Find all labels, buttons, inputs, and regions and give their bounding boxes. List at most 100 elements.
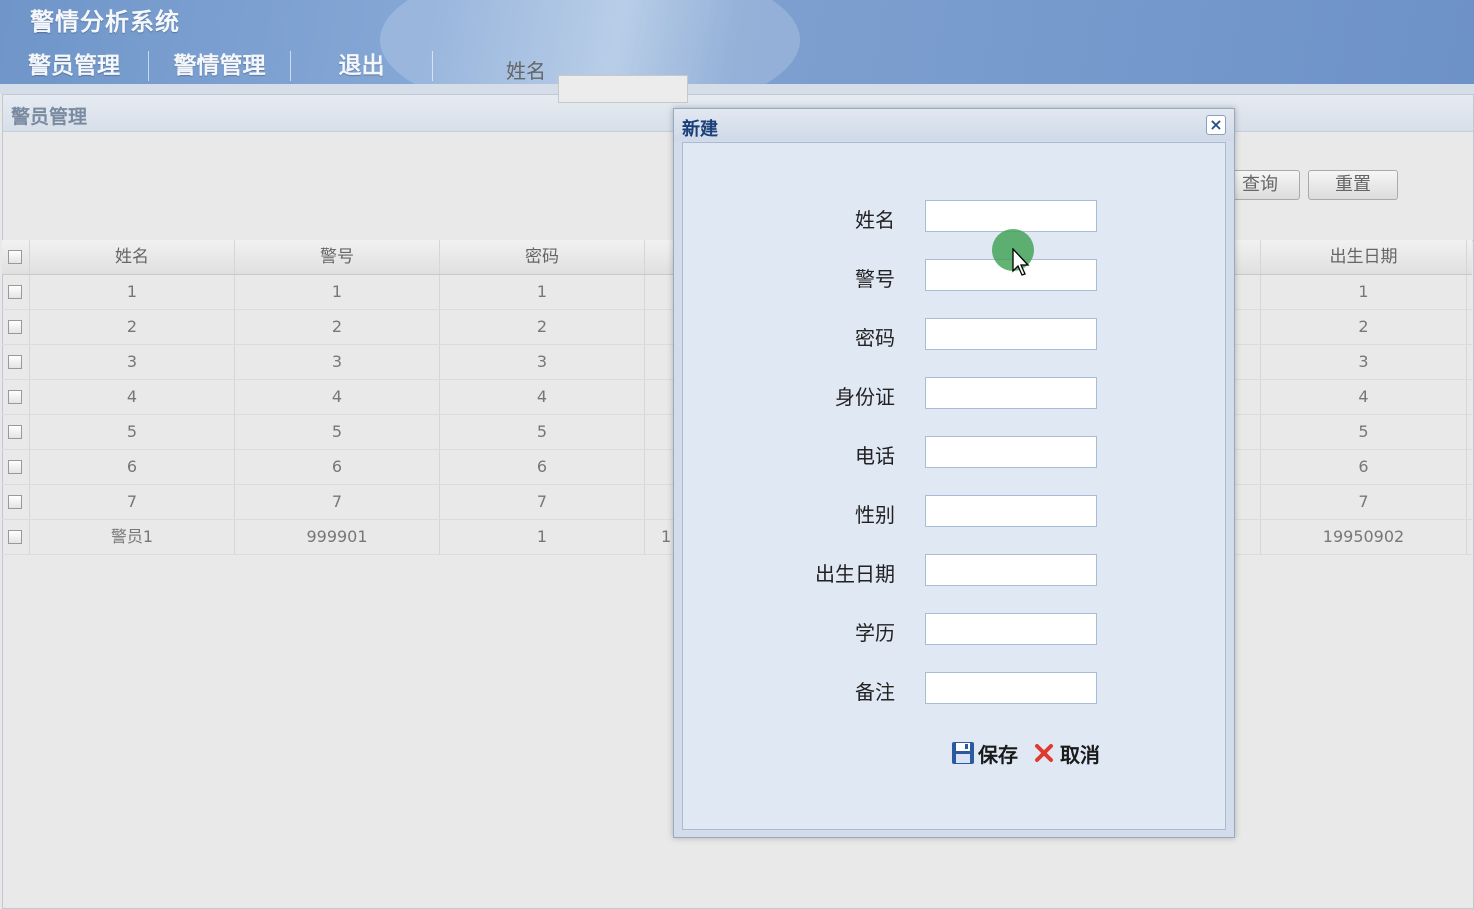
- column-header-password[interactable]: 密码: [440, 240, 645, 274]
- cancel-label: 取消: [1060, 742, 1100, 767]
- select-all-checkbox[interactable]: [8, 250, 22, 264]
- new-officer-dialog: 新建 × 姓名 警号 密码 身份证 电话 性别 出生日期 学历 备注 保存 取消: [673, 108, 1235, 838]
- cell-name: 1: [30, 275, 235, 309]
- cell-password: 7: [440, 485, 645, 519]
- cell-name: 2: [30, 310, 235, 344]
- search-name-label: 姓名: [506, 59, 546, 83]
- education-label: 学历: [855, 621, 895, 645]
- app-header: 警情分析系统 警员管理 警情管理 退出: [0, 0, 1474, 84]
- close-icon[interactable]: ×: [1206, 115, 1226, 135]
- cell-badge: 6: [235, 450, 440, 484]
- main-nav: 警员管理 警情管理 退出: [0, 48, 433, 84]
- form-row-birth: 出生日期: [683, 554, 1227, 588]
- birth-input[interactable]: [925, 554, 1097, 586]
- header-divider: [0, 84, 1474, 94]
- cell-password: 2: [440, 310, 645, 344]
- column-header-name[interactable]: 姓名: [30, 240, 235, 274]
- education-input[interactable]: [925, 613, 1097, 645]
- cell-birth: 6: [1261, 450, 1467, 484]
- cell-badge: 1: [235, 275, 440, 309]
- select-all-cell: [2, 240, 30, 274]
- cell-password: 4: [440, 380, 645, 414]
- form-row-education: 学历: [683, 613, 1227, 647]
- row-checkbox[interactable]: [8, 285, 22, 299]
- cell-badge: 7: [235, 485, 440, 519]
- row-select-cell: [2, 275, 30, 309]
- row-checkbox[interactable]: [8, 530, 22, 544]
- row-checkbox[interactable]: [8, 425, 22, 439]
- gender-input[interactable]: [925, 495, 1097, 527]
- cell-name: 7: [30, 485, 235, 519]
- row-select-cell: [2, 310, 30, 344]
- save-button[interactable]: 保存: [951, 739, 1018, 767]
- gender-label: 性别: [855, 503, 895, 527]
- name-label: 姓名: [855, 208, 895, 232]
- row-checkbox[interactable]: [8, 495, 22, 509]
- cell-birth: 19950902: [1261, 520, 1467, 554]
- cell-name: 警员1: [30, 520, 235, 554]
- form-row-password: 密码: [683, 318, 1227, 352]
- password-input[interactable]: [925, 318, 1097, 350]
- save-label: 保存: [978, 742, 1018, 767]
- badge-label: 警号: [855, 267, 895, 291]
- column-header-badge[interactable]: 警号: [235, 240, 440, 274]
- dialog-header: 新建 ×: [674, 109, 1234, 141]
- app-title: 警情分析系统: [30, 8, 180, 36]
- floppy-disk-icon: [952, 742, 974, 764]
- row-select-cell: [2, 380, 30, 414]
- nav-item-officers[interactable]: 警员管理: [0, 51, 149, 81]
- cell-birth: 2: [1261, 310, 1467, 344]
- row-select-cell: [2, 485, 30, 519]
- reset-button[interactable]: 重置: [1308, 170, 1398, 200]
- password-label: 密码: [855, 326, 895, 350]
- cell-password: 3: [440, 345, 645, 379]
- dialog-form: 姓名 警号 密码 身份证 电话 性别 出生日期 学历 备注 保存 取消: [682, 142, 1226, 830]
- form-row-gender: 性别: [683, 495, 1227, 529]
- id-card-label: 身份证: [835, 385, 895, 409]
- cell-password: 6: [440, 450, 645, 484]
- cell-name: 4: [30, 380, 235, 414]
- cell-badge: 4: [235, 380, 440, 414]
- remark-label: 备注: [855, 680, 895, 704]
- row-checkbox[interactable]: [8, 355, 22, 369]
- row-checkbox[interactable]: [8, 390, 22, 404]
- remark-input[interactable]: [925, 672, 1097, 704]
- cancel-button[interactable]: 取消: [1033, 739, 1100, 767]
- cell-badge: 5: [235, 415, 440, 449]
- phone-label: 电话: [855, 444, 895, 468]
- nav-item-logout[interactable]: 退出: [291, 51, 433, 81]
- id-card-input[interactable]: [925, 377, 1097, 409]
- mouse-cursor-icon: [1012, 248, 1030, 276]
- row-checkbox[interactable]: [8, 320, 22, 334]
- cell-badge: 999901: [235, 520, 440, 554]
- panel-title: 警员管理: [11, 106, 88, 128]
- cell-badge: 3: [235, 345, 440, 379]
- red-x-icon: [1035, 744, 1053, 762]
- cell-birth: 3: [1261, 345, 1467, 379]
- cell-name: 5: [30, 415, 235, 449]
- cell-password: 5: [440, 415, 645, 449]
- form-row-id-card: 身份证: [683, 377, 1227, 411]
- cell-birth: 4: [1261, 380, 1467, 414]
- cell-password: 1: [440, 275, 645, 309]
- search-name-input[interactable]: [558, 75, 688, 103]
- form-row-badge: 警号: [683, 259, 1227, 293]
- dialog-title: 新建: [682, 119, 718, 140]
- form-row-name: 姓名: [683, 200, 1227, 234]
- phone-input[interactable]: [925, 436, 1097, 468]
- cell-name: 3: [30, 345, 235, 379]
- row-select-cell: [2, 345, 30, 379]
- row-checkbox[interactable]: [8, 460, 22, 474]
- column-header-birth[interactable]: 出生日期: [1261, 240, 1467, 274]
- nav-item-incidents[interactable]: 警情管理: [149, 51, 291, 81]
- form-row-remark: 备注: [683, 672, 1227, 706]
- cell-name: 6: [30, 450, 235, 484]
- row-select-cell: [2, 520, 30, 554]
- birth-label: 出生日期: [815, 562, 895, 586]
- cell-password: 1: [440, 520, 645, 554]
- cell-birth: 1: [1261, 275, 1467, 309]
- cell-badge: 2: [235, 310, 440, 344]
- form-row-phone: 电话: [683, 436, 1227, 470]
- name-input[interactable]: [925, 200, 1097, 232]
- header-decoration: [380, 0, 800, 84]
